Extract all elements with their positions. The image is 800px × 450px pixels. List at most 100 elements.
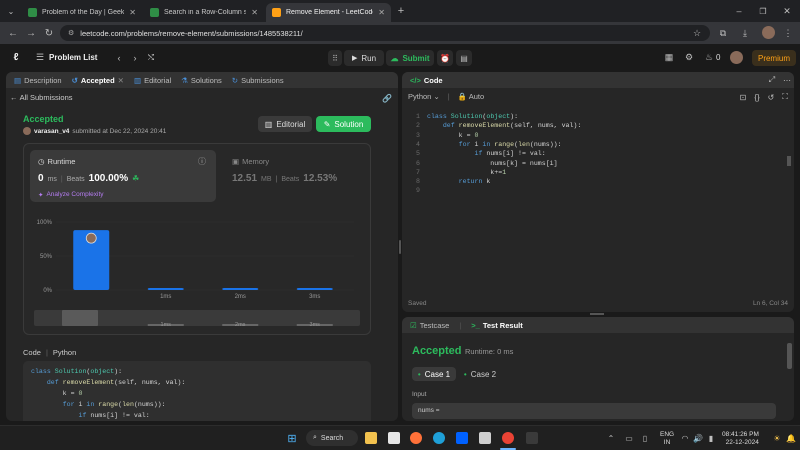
chrome-icon[interactable] xyxy=(502,432,514,444)
language-indicator[interactable]: ENG IN xyxy=(660,431,674,447)
tab-search-icon[interactable]: ⌄ xyxy=(4,4,18,18)
url-input[interactable]: ⚙ leetcode.com/problems/remove-element/s… xyxy=(60,25,710,41)
editor-header: </> Code xyxy=(402,72,794,88)
firefox-icon[interactable] xyxy=(410,432,422,444)
extensions-icon[interactable]: ⧉ xyxy=(716,26,730,40)
device-icon: ▯ xyxy=(642,433,648,443)
taskbar-search[interactable]: ⌕ Search xyxy=(306,430,358,446)
new-tab-icon[interactable]: + xyxy=(394,4,408,18)
all-submissions-link[interactable]: ← All Submissions xyxy=(10,93,73,102)
menu-dots-icon[interactable]: ⋮ xyxy=(782,26,794,40)
terminal-app-icon[interactable] xyxy=(526,432,538,444)
chevron-up-icon[interactable]: ⌃ xyxy=(606,432,616,444)
more-icon[interactable]: ⋯ xyxy=(782,75,792,85)
fullscreen-icon[interactable]: ⛶ xyxy=(780,92,790,102)
debug-icon[interactable]: ⠿ xyxy=(328,50,342,66)
leetcode-logo-icon[interactable]: ℓ xyxy=(10,51,22,64)
battery-status-icon[interactable]: ▮ xyxy=(706,432,716,444)
close-tab-icon[interactable]: ✕ xyxy=(118,76,124,85)
user-avatar[interactable] xyxy=(730,51,743,64)
line-code: return k xyxy=(458,178,491,186)
bookmark-star-icon[interactable]: ☆ xyxy=(690,26,704,40)
edge-icon[interactable] xyxy=(433,432,445,444)
run-button[interactable]: ▶ Run xyxy=(344,50,384,66)
runtime-unit: ms xyxy=(47,176,57,183)
editor-scrollbar[interactable] xyxy=(787,156,791,166)
layout-icon[interactable]: ▦ xyxy=(663,51,675,64)
shuffle-icon[interactable]: ⤭ xyxy=(146,51,156,64)
tab-title: Problem of the Day | GeeksforG xyxy=(42,9,125,16)
list-icon[interactable]: ☰ xyxy=(34,51,46,64)
bookmark-icon[interactable]: ⊡ xyxy=(738,92,748,102)
premium-button[interactable]: Premium xyxy=(752,50,796,66)
tab-description[interactable]: ▤ Description xyxy=(14,76,62,85)
browser-tab-2[interactable]: Search in a Row-Column sorted ✕ xyxy=(144,3,264,22)
notes-icon[interactable]: ▤ xyxy=(456,50,472,66)
case-1-tab[interactable]: • Case 1 xyxy=(412,367,456,381)
close-icon[interactable]: ✕ xyxy=(251,8,258,17)
next-problem-icon[interactable]: › xyxy=(130,51,140,64)
profile-avatar[interactable] xyxy=(762,26,775,39)
dropbox-icon[interactable] xyxy=(456,432,468,444)
prev-problem-icon[interactable]: ‹ xyxy=(114,51,124,64)
browser-tab-1[interactable]: Problem of the Day | GeeksforG ✕ xyxy=(22,3,142,22)
result-scrollbar[interactable] xyxy=(787,343,792,369)
language-value: Python xyxy=(408,92,432,101)
downloads-icon[interactable]: ⤓ xyxy=(738,26,752,40)
editorial-button[interactable]: ▥ Editorial xyxy=(258,116,312,132)
input-value: nums = xyxy=(418,407,440,414)
weather-icon: ☀ xyxy=(773,433,781,443)
case-2-tab[interactable]: • Case 2 xyxy=(460,367,500,381)
search-icon: ⌕ xyxy=(313,434,317,441)
horizontal-splitter[interactable] xyxy=(590,313,604,315)
info-icon[interactable]: ⓘ xyxy=(198,156,206,167)
maximize-icon[interactable]: ❐ xyxy=(756,4,770,18)
username[interactable]: varasan_v4 xyxy=(34,128,69,135)
code-editor[interactable]: 1 class Solution(object): 2 def removeElem… xyxy=(402,110,792,250)
input-box[interactable]: nums = xyxy=(412,403,776,419)
vertical-splitter[interactable] xyxy=(399,240,401,254)
close-icon[interactable]: ✕ xyxy=(378,8,385,17)
close-icon[interactable]: ✕ xyxy=(129,8,136,17)
language-select[interactable]: Python ⌄ xyxy=(408,92,440,101)
forward-arrow-icon[interactable]: → xyxy=(22,24,40,42)
tab-solutions[interactable]: ⚗ Solutions xyxy=(181,76,222,85)
solution-button[interactable]: ✎ Solution xyxy=(316,116,371,132)
auto-mode[interactable]: 🔒 Auto xyxy=(458,92,484,101)
problem-list-link[interactable]: Problem List xyxy=(49,53,97,62)
app-icon[interactable] xyxy=(479,432,491,444)
settings-gear-icon[interactable]: ⚙ xyxy=(683,51,695,64)
timer-icon[interactable]: ⏰ xyxy=(437,50,453,66)
window-close-icon[interactable]: ✕ xyxy=(780,4,794,18)
braces-icon[interactable]: {} xyxy=(752,92,762,102)
tab-test-result[interactable]: >_ Test Result xyxy=(471,321,522,330)
clock[interactable]: 08:41:26 PM 22-12-2024 xyxy=(722,431,759,447)
back-arrow-icon[interactable]: ← xyxy=(4,24,22,42)
reload-icon[interactable]: ↻ xyxy=(40,24,58,42)
tab-testcase[interactable]: ☑ Testcase xyxy=(410,321,449,330)
wifi-icon[interactable]: ◠ xyxy=(680,432,690,444)
browser-tab-3[interactable]: Remove Element - LeetCode ✕ xyxy=(266,3,391,22)
reset-icon[interactable]: ↺ xyxy=(766,92,776,102)
tab-code[interactable]: </> Code xyxy=(410,76,443,85)
editor-line: 5 if nums[i] != val: xyxy=(402,149,782,158)
notification-icon[interactable]: 🔔 xyxy=(786,432,796,444)
store-icon[interactable] xyxy=(388,432,400,444)
memory-box[interactable]: ▣ Memory 12.51 MB | Beats 12.53% xyxy=(226,150,366,202)
minimize-icon[interactable]: – xyxy=(732,4,746,18)
tab-accepted[interactable]: ↺ Accepted ✕ xyxy=(72,76,124,85)
book-icon: ▥ xyxy=(264,119,273,129)
expand-icon[interactable]: ⤢ xyxy=(767,75,777,85)
cloud-upload-icon: ☁ xyxy=(390,53,399,63)
link-icon[interactable]: 🔗 xyxy=(382,93,392,103)
runtime-box[interactable]: ◷ Runtime ⓘ 0 ms | Beats 100.00% ☘ ✦ Analy… xyxy=(30,150,216,202)
line-code: for i in range(len(nums)): xyxy=(458,140,562,148)
analyze-complexity-link[interactable]: ✦ Analyze Complexity xyxy=(38,191,104,199)
volume-icon[interactable]: 🔊 xyxy=(693,432,703,444)
file-explorer-icon[interactable] xyxy=(365,432,377,444)
submit-button[interactable]: ☁ Submit xyxy=(386,50,434,66)
tab-editorial[interactable]: ▥ Editorial xyxy=(134,76,171,85)
tab-submissions[interactable]: ↻ Submissions xyxy=(232,76,284,85)
windows-start-icon[interactable]: ⊞ xyxy=(286,432,298,445)
site-info-icon[interactable]: ⚙ xyxy=(68,29,74,37)
